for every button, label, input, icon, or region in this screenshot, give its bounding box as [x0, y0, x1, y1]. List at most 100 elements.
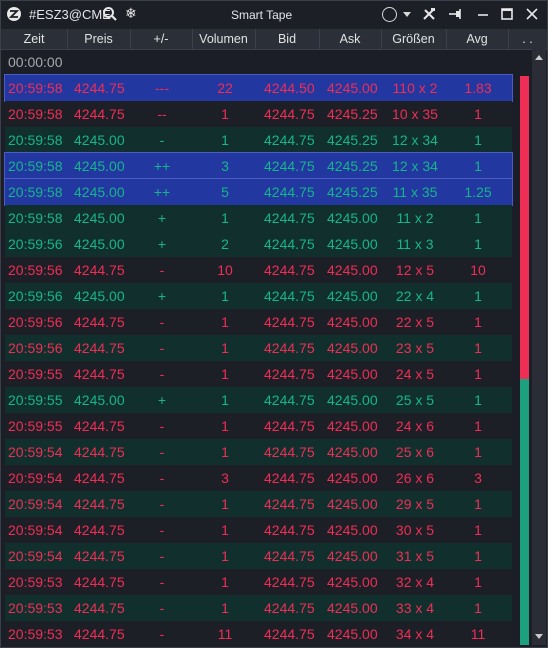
cell-ask: 4245.00	[327, 574, 378, 590]
cell-sizes: 25 x 6	[395, 444, 435, 460]
scroll-down-icon[interactable]	[535, 634, 543, 639]
cell-price: 4244.75	[74, 262, 125, 278]
cell-sizes: 11 x 3	[396, 236, 434, 252]
cell-price: 4244.75	[74, 626, 125, 642]
vertical-scrollbar[interactable]	[532, 49, 546, 645]
column-header-volumen[interactable]: Volumen	[192, 29, 256, 49]
column-header-groessen[interactable]: Größen	[381, 29, 447, 49]
time-filter-row[interactable]: 00:00:00	[5, 49, 512, 75]
cell-plus-minus: -	[159, 574, 165, 590]
app-logo-icon	[7, 7, 21, 21]
title-bar: #ESZ3@CME ❄ Smart Tape	[1, 1, 547, 29]
table-row[interactable]: 20:59:55 4244.75 - 1 4244.75 4245.00 24 x 6 1	[5, 413, 512, 439]
buy-pressure-bar	[520, 379, 529, 645]
scroll-up-icon[interactable]	[535, 55, 543, 60]
table-row[interactable]: 20:59:56 4245.00 +1 4244.75 4245.00 22 x 4 1	[5, 283, 512, 309]
table-row[interactable]: 20:59:56 4245.00 +2 4244.75 4245.00 11 x 3 1	[5, 231, 512, 257]
column-header-avg[interactable]: Avg	[446, 29, 509, 49]
table-row[interactable]: 20:59:54 4244.75 - 1 4244.75 4245.00 31 x 5 1	[5, 543, 512, 569]
table-row[interactable]: 20:59:54 4244.75 - 3 4244.75 4245.00 26 x 6 3	[5, 465, 512, 491]
cell-avg: 1	[474, 444, 482, 460]
column-header-plus-minus[interactable]: +/-	[130, 29, 193, 49]
table-row[interactable]: 20:59:58 4244.75 -- 1 4244.75 4245.25 10 x 35 1	[5, 101, 512, 127]
sell-pressure-bar	[520, 76, 529, 379]
cell-sizes: 12 x 34	[392, 132, 438, 148]
cell-bid: 4244.75	[264, 236, 315, 252]
cell-sizes: 32 x 4	[395, 574, 435, 590]
trades-table: 00:00:00 20:59:58 4244.75 --- 22 4244.50 4245…	[4, 49, 513, 647]
cell-ask: 4245.25	[327, 106, 378, 122]
table-row[interactable]: 20:59:55 4245.00 +1 4244.75 4245.00 25 x 5 1	[5, 387, 512, 413]
cell-price: 4244.75	[74, 418, 125, 434]
table-row[interactable]: 20:59:58 4245.00 ++ 3 4244.75 4245.25 12 x 34 1	[4, 152, 513, 180]
table-row[interactable]: 20:59:56 4244.75 - 1 4244.75 4245.00 23 x 5 1	[5, 335, 512, 361]
cell-volume: 1	[221, 574, 229, 590]
cell-price: 4245.00	[74, 184, 125, 200]
cell-time: 20:59:58	[8, 106, 63, 122]
cell-volume: 10	[217, 262, 233, 278]
minimize-icon[interactable]	[475, 6, 491, 22]
column-header-bid[interactable]: Bid	[255, 29, 320, 49]
table-row[interactable]: 20:59:58 4245.00 +1 4244.75 4245.00 11 x 2 1	[5, 205, 512, 231]
chevron-down-icon[interactable]	[403, 12, 411, 17]
cell-volume: 1	[221, 600, 229, 616]
cell-bid: 4244.75	[264, 522, 315, 538]
cell-price: 4244.75	[74, 574, 125, 590]
cell-sizes: 34 x 4	[395, 626, 435, 642]
cell-ask: 4245.00	[327, 548, 378, 564]
pin-icon[interactable]	[447, 6, 463, 22]
search-icon[interactable]	[102, 6, 118, 22]
cell-price: 4244.75	[74, 80, 125, 96]
cell-plus-minus: -	[159, 262, 165, 278]
cell-avg: 11	[470, 626, 486, 642]
cell-plus-minus: -	[159, 548, 165, 564]
table-row[interactable]: 20:59:53 4244.75 - 1 4244.75 4245.00 32 x 4 1	[5, 569, 512, 595]
table-row[interactable]: 20:59:53 4244.75 - 11 4244.75 4245.00 34 x 4 11	[5, 621, 512, 647]
cell-price: 4244.75	[74, 600, 125, 616]
cell-price: 4244.75	[74, 548, 125, 564]
table-row[interactable]: 20:59:56 4244.75 - 10 4244.75 4245.00 12 x 5 10	[5, 257, 512, 283]
cell-volume: 2	[221, 236, 229, 252]
maximize-icon[interactable]	[499, 6, 515, 22]
table-row[interactable]: 20:59:54 4244.75 - 1 4244.75 4245.00 29 x 5 1	[5, 491, 512, 517]
table-row[interactable]: 20:59:56 4244.75 - 1 4244.75 4245.00 22 x 5 1	[5, 309, 512, 335]
tools-icon[interactable]	[421, 6, 437, 22]
cell-plus-minus: -	[159, 626, 165, 642]
column-header-zeit[interactable]: Zeit	[1, 29, 68, 49]
cell-bid: 4244.75	[264, 106, 315, 122]
cell-avg: 1	[474, 522, 482, 538]
cell-sizes: 31 x 5	[395, 548, 435, 564]
table-row[interactable]: 20:59:55 4244.75 - 1 4244.75 4245.00 24 x 5 1	[5, 361, 512, 387]
cell-avg: 1	[474, 340, 482, 356]
snowflake-icon[interactable]: ❄	[125, 5, 137, 22]
table-row[interactable]: 20:59:58 4245.00 ++ 5 4244.75 4245.25 11 x 35 1…	[4, 178, 513, 206]
cell-volume: 1	[221, 106, 229, 122]
column-header-more[interactable]: . .	[508, 29, 547, 49]
cell-plus-minus: ++	[153, 158, 171, 174]
cell-ask: 4245.00	[327, 496, 378, 512]
cell-sizes: 33 x 4	[395, 600, 435, 616]
cell-avg: 1	[474, 288, 482, 304]
cell-sizes: 25 x 5	[395, 392, 435, 408]
cell-ask: 4245.00	[327, 470, 378, 486]
cell-sizes: 30 x 5	[395, 522, 435, 538]
cell-sizes: 24 x 5	[395, 366, 435, 382]
cell-plus-minus: ++	[153, 184, 171, 200]
table-row[interactable]: 20:59:58 4245.00 - 1 4244.75 4245.25 12 x 34 1	[5, 127, 512, 153]
table-row[interactable]: 20:59:54 4244.75 - 1 4244.75 4245.00 30 x 5 1	[5, 517, 512, 543]
cell-time: 20:59:58	[8, 132, 63, 148]
column-header-preis[interactable]: Preis	[67, 29, 131, 49]
color-circle-icon[interactable]	[382, 7, 397, 22]
cell-ask: 4245.00	[327, 366, 378, 382]
cell-volume: 1	[221, 314, 229, 330]
instrument-symbol[interactable]: #ESZ3@CME	[29, 7, 111, 22]
cell-bid: 4244.75	[264, 262, 315, 278]
column-header-ask[interactable]: Ask	[319, 29, 382, 49]
cell-volume: 1	[221, 444, 229, 460]
close-icon[interactable]	[524, 6, 540, 22]
cell-plus-minus: +	[157, 210, 167, 226]
table-row[interactable]: 20:59:54 4244.75 - 1 4244.75 4245.00 25 x 6 1	[5, 439, 512, 465]
cell-price: 4245.00	[74, 392, 125, 408]
table-row[interactable]: 20:59:58 4244.75 --- 22 4244.50 4245.00 110 x …	[4, 74, 513, 102]
table-row[interactable]: 20:59:53 4244.75 - 1 4244.75 4245.00 33 x 4 1	[5, 595, 512, 621]
